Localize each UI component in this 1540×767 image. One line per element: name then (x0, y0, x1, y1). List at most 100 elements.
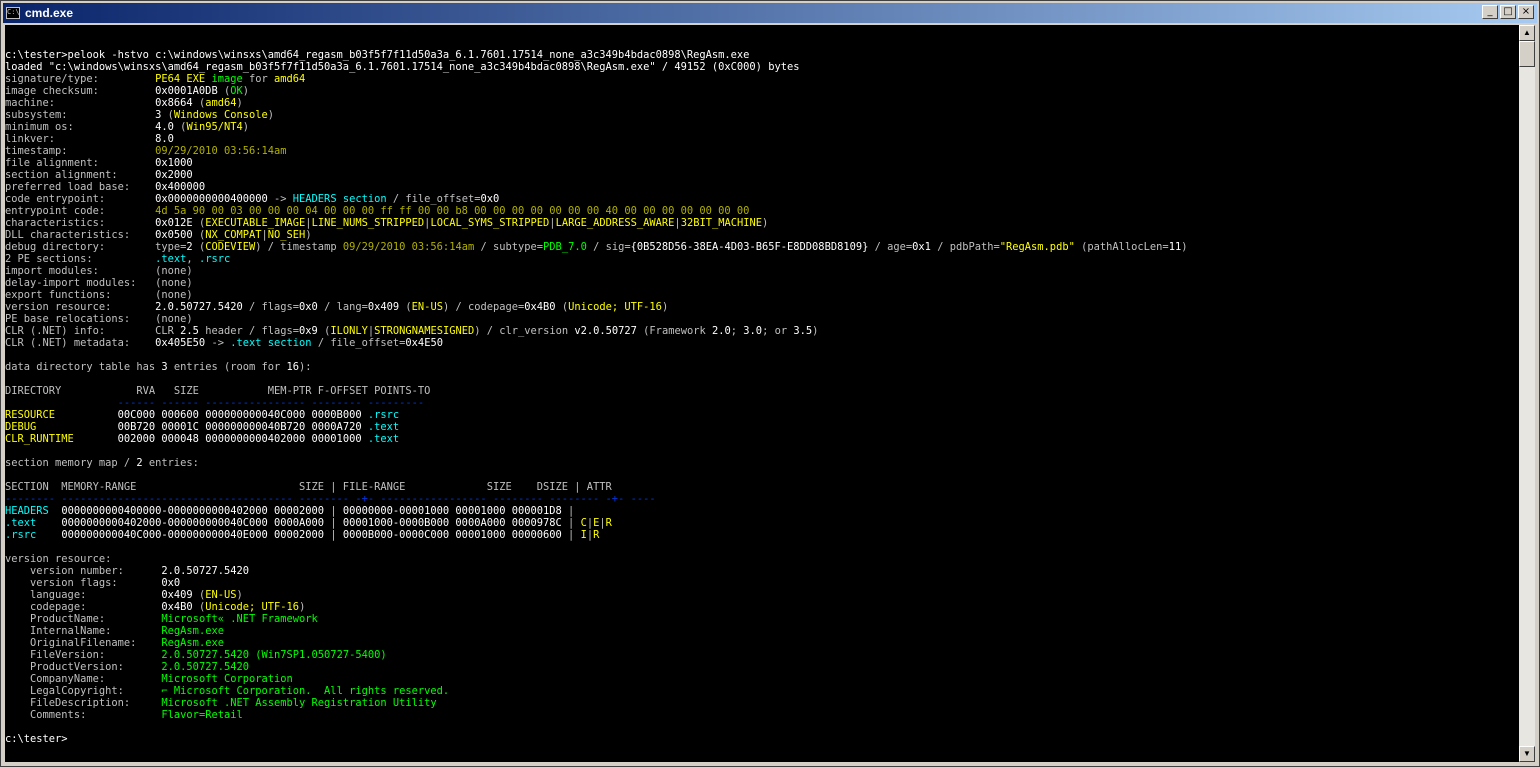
console-text: ) (236, 97, 243, 109)
console-text: Microsoft Corporation (161, 673, 293, 685)
console-text: -> (211, 337, 231, 349)
console-text: Windows Console (173, 109, 268, 121)
console-text: PE base relocations: (5, 313, 156, 325)
console-line: machine: 0x8664 (amd64) (5, 97, 1519, 109)
console-text: NO_SEH (267, 229, 306, 241)
console-text: data directory table has (5, 361, 162, 373)
console-line: version flags: 0x0 (5, 577, 1519, 589)
console-line: HEADERS 0000000000400000-000000000040200… (5, 505, 1519, 517)
console-text: .rsrc (367, 409, 400, 421)
console-line: characteristics: 0x012E (EXECUTABLE_IMAG… (5, 217, 1519, 229)
console-text: LegalCopyright: (5, 685, 162, 697)
console-text: HEADERS section (292, 193, 393, 205)
scroll-thumb[interactable] (1519, 41, 1535, 67)
console-text: preferred load base: (5, 181, 156, 193)
console-text: 2.0.50727.5420 (Win7SP1.050727-5400) (161, 649, 387, 661)
console-text: SECTION MEMORY-RANGE SIZE (5, 481, 331, 493)
console-text: | (330, 505, 343, 517)
console-text: CLR (.NET) info: (5, 325, 156, 337)
console-text: .rsrc (5, 529, 62, 541)
console-line: PE base relocations: (none) (5, 313, 1519, 325)
console-line: export functions: (none) (5, 289, 1519, 301)
minimize-button[interactable]: _ (1482, 5, 1498, 19)
console-text: 3.0 (743, 325, 763, 337)
console-line: codepage: 0x4B0 (Unicode; UTF-16) (5, 601, 1519, 613)
vertical-scrollbar[interactable]: ▲ ▼ (1519, 25, 1535, 762)
console-text: (none) (155, 313, 193, 325)
console-text: NX_COMPAT (205, 229, 262, 241)
console-text: 0x0 (480, 193, 500, 205)
console-text: 32BIT_MACHINE (680, 217, 763, 229)
console-text: section alignment: (5, 169, 156, 181)
console-line: signature/type: PE64 EXE image for amd64 (5, 73, 1519, 85)
console-text: 2.0 (712, 325, 731, 337)
console-text: / age= (874, 241, 913, 253)
close-button[interactable]: × (1518, 5, 1534, 19)
console-text: type= (155, 241, 187, 253)
console-text: 4.0 (155, 121, 181, 133)
console-text: 0x0500 (155, 229, 199, 241)
console-text: version resource: (5, 301, 156, 313)
console-text: PDB_7.0 (543, 241, 594, 253)
maximize-button[interactable]: □ (1500, 5, 1516, 19)
console-text: entrypoint code: (5, 205, 156, 217)
console-text: codepage: (5, 601, 162, 613)
console-text: 2 (186, 241, 199, 253)
console-text: .text (367, 421, 400, 433)
cmd-icon[interactable]: C:\ (6, 7, 20, 19)
console-line: data directory table has 3 entries (room… (5, 361, 1519, 373)
console-text: DIRECTORY RVA SIZE MEM-PTR F-OFFSET POIN… (5, 385, 431, 397)
console-text: signature/type: (5, 73, 156, 85)
console-text: FileVersion: (5, 649, 162, 661)
console-text: / file_offset= (392, 193, 481, 205)
console-line: RESOURCE 00C000 000600 000000000040C000 … (5, 409, 1519, 421)
console-text: 0x012E (155, 217, 199, 229)
console-text: header / flags= (205, 325, 300, 337)
scroll-down-button[interactable]: ▼ (1519, 746, 1535, 762)
console-text: R (593, 529, 600, 541)
console-text: 000000000040C000-000000000040E000 000020… (61, 529, 331, 541)
console-text: ) / timestamp (255, 241, 343, 253)
console-text: minimum os: (5, 121, 156, 133)
console-text: .text (367, 433, 400, 445)
console-text: / subtype= (480, 241, 544, 253)
console-text: delay-import modules: (5, 277, 156, 289)
console-text: c:\tester>pelook -hstvo c:\windows\winsx… (5, 49, 750, 61)
console-line: CLR (.NET) info: CLR 2.5 header / flags=… (5, 325, 1519, 337)
console-text: -> (274, 193, 293, 205)
console-text: RegAsm.exe (161, 637, 224, 649)
console-text: 0x1000 (155, 157, 193, 169)
console-line: entrypoint code: 4d 5a 90 00 03 00 00 00… (5, 205, 1519, 217)
console-text: EN-US (411, 301, 443, 313)
console-text: / flags= (248, 301, 300, 313)
console-text: | (568, 505, 575, 517)
console-text: | (330, 529, 343, 541)
console-text: | (568, 517, 581, 529)
console-text: 0x9 (299, 325, 325, 337)
console-line: image checksum: 0x0001A0DB (OK) (5, 85, 1519, 97)
console-text: file alignment: (5, 157, 156, 169)
console-text: STRONGNAMESIGNED (374, 325, 475, 337)
console-text: amd64 (274, 73, 306, 85)
console-text: DLL characteristics: (5, 229, 156, 241)
console-text: ) (305, 229, 312, 241)
console-text: 0x409 (367, 301, 406, 313)
console-output[interactable]: c:\tester>pelook -hstvo c:\windows\winsx… (5, 25, 1519, 762)
console-text: 2.0.50727.5420 (161, 661, 249, 673)
console-text: 3 (161, 361, 174, 373)
console-text: version number: (5, 565, 162, 577)
console-text: entries (room for (173, 361, 287, 373)
console-text: 00B720 00001C 000000000040B720 0000A720 (117, 421, 368, 433)
console-text: 09/29/2010 03:56:14am (342, 241, 481, 253)
console-line: preferred load base: 0x400000 (5, 181, 1519, 193)
console-text: (none) (155, 277, 193, 289)
console-text: export functions: (5, 289, 156, 301)
scroll-up-button[interactable]: ▲ (1519, 25, 1535, 41)
console-window: C:\ cmd.exe _ □ × c:\tester>pelook -hstv… (0, 0, 1540, 767)
title-bar[interactable]: C:\ cmd.exe _ □ × (3, 3, 1537, 23)
console-line: c:\tester>pelook -hstvo c:\windows\winsx… (5, 49, 1519, 61)
